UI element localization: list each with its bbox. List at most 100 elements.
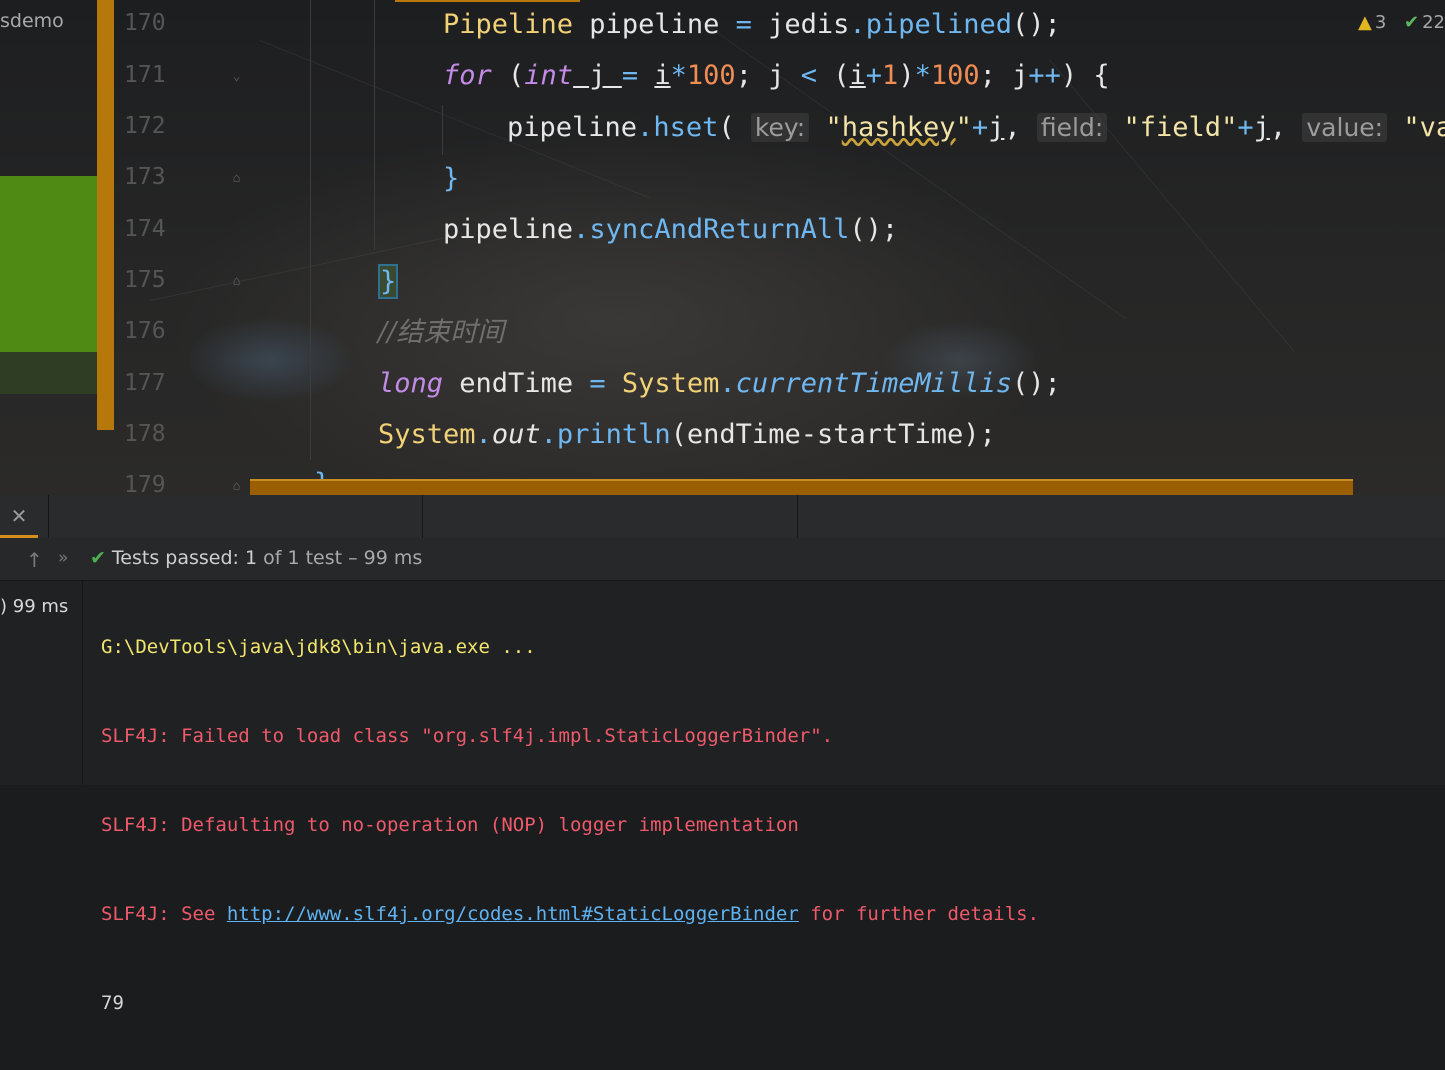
number-token: 1	[882, 60, 899, 91]
background-decoration	[1049, 60, 1295, 352]
code-line-176[interactable]: //结束时间	[378, 315, 504, 351]
punctuation-token: ) {	[1060, 60, 1110, 91]
brace-token: }	[443, 163, 460, 194]
chevron-more-icon[interactable]: »	[58, 548, 68, 568]
object-token: pipeline	[507, 112, 638, 143]
tests-summary: of 1 test – 99 ms	[263, 547, 423, 569]
line-number: 173	[124, 164, 166, 190]
project-panel[interactable]: sdemo	[0, 0, 97, 495]
variable-token: j	[1253, 112, 1270, 143]
variable-token: j	[988, 112, 1005, 143]
ok-count: 22	[1422, 12, 1445, 33]
object-token: jedis	[751, 9, 850, 40]
punctuation-token: ();	[1012, 368, 1061, 399]
static-method-token: currentTimeMillis	[735, 368, 1013, 399]
line-number: 170	[124, 10, 166, 36]
run-tab-strip: ✕	[0, 495, 1445, 539]
method-token: pipelined	[865, 9, 1012, 40]
class-token: System	[378, 419, 476, 450]
dot-token: .	[637, 112, 654, 143]
comment-token: //结束时间	[378, 317, 505, 348]
code-line-174[interactable]: pipeline.syncAndReturnAll();	[443, 212, 898, 248]
operator-token: *	[914, 60, 931, 91]
code-editor[interactable]: sdemo 170 171 172 173 174 175 176 177 17…	[0, 0, 1445, 495]
indent-guide	[442, 105, 443, 155]
console-error-line: SLF4J: Failed to load class "org.slf4j.i…	[101, 725, 834, 747]
indent-guide	[310, 0, 311, 460]
operator-token: =	[735, 9, 752, 40]
punctuation-token: (	[491, 60, 525, 91]
operator-token: +	[971, 112, 989, 143]
dot-token: .	[540, 419, 557, 450]
console-output[interactable]: G:\DevTools\java\jdk8\bin\java.exe ... S…	[101, 581, 1441, 1070]
parameter-hint: value:	[1302, 113, 1388, 142]
punctuation-token: (endTime-startTime);	[670, 419, 996, 450]
code-line-177[interactable]: long endTime = System.currentTimeMillis(…	[378, 366, 1061, 402]
tab-divider	[422, 495, 423, 538]
dot-token: .	[849, 9, 866, 40]
fold-toggle-icon[interactable]: ⌂	[228, 273, 245, 290]
method-token: syncAndReturnAll	[589, 214, 850, 245]
line-number: 178	[124, 421, 166, 447]
fold-toggle-icon[interactable]: ⌂	[228, 478, 245, 495]
console-command-line: G:\DevTools\java\jdk8\bin\java.exe ...	[101, 636, 536, 658]
test-tree-item[interactable]: ) 99 ms	[0, 596, 68, 617]
method-token: println	[556, 419, 671, 450]
horizontal-scrollbar[interactable]	[250, 479, 1353, 495]
code-line-172[interactable]: pipeline.hset( key: "hashkey"+j, field: …	[507, 110, 1445, 146]
matched-brace-token: }	[378, 264, 399, 299]
line-number: 179	[124, 472, 166, 495]
punctuation-token: ,	[1004, 112, 1021, 143]
close-icon[interactable]: ✕	[0, 495, 38, 538]
fold-toggle-icon[interactable]: ⌂	[228, 170, 245, 187]
string-token: "	[955, 112, 972, 143]
punctuation-token: ,	[1269, 112, 1287, 143]
variable-token: i	[849, 60, 866, 91]
line-number: 177	[124, 370, 166, 396]
number-token: 100	[686, 60, 736, 91]
console-output-line: 79	[101, 992, 124, 1014]
type-token: Pipeline	[443, 9, 574, 40]
string-token-with-warning[interactable]: hashkey	[842, 112, 956, 143]
static-field-token: out	[491, 419, 541, 450]
operator-token: <	[800, 60, 817, 91]
console-error-line: SLF4J: Defaulting to no-operation (NOP) …	[101, 814, 799, 836]
code-line-175[interactable]: }	[378, 264, 399, 300]
variable-token: j	[573, 60, 622, 91]
operator-token: =	[621, 60, 639, 91]
project-title[interactable]: sdemo	[0, 10, 64, 32]
keyword-token: int	[524, 60, 574, 91]
code-line-173[interactable]: }	[443, 161, 459, 197]
console-error-line: SLF4J: See http://www.slf4j.org/codes.ht…	[101, 892, 1441, 937]
line-number: 172	[124, 113, 166, 139]
operator-token: =	[589, 368, 606, 399]
dot-token: .	[719, 368, 736, 399]
variable-token: endTime	[443, 368, 590, 399]
fold-toggle-icon[interactable]: ⌄	[228, 68, 245, 85]
line-number: 176	[124, 318, 166, 344]
code-line-171[interactable]: for (int j = i*100; j < (i+1)*100; j++) …	[443, 58, 1110, 94]
arrow-up-icon[interactable]: ↑	[26, 548, 43, 572]
run-tool-window[interactable]: ✕ ↑ » ✔ Tests passed: 1 of 1 test – 99 ms…	[0, 495, 1445, 1014]
inspection-widget[interactable]: ▲ 3 ✔ 22	[1358, 12, 1445, 33]
indent-guide	[374, 0, 375, 250]
test-results-tree[interactable]: ) 99 ms	[0, 581, 83, 785]
punctuation-token: )	[898, 60, 915, 91]
punctuation-token: ; j	[735, 60, 801, 91]
change-marker-bar	[97, 0, 114, 430]
console-link[interactable]: http://www.slf4j.org/codes.html#StaticLo…	[227, 903, 799, 925]
punctuation-token: ();	[849, 214, 899, 245]
warning-triangle-icon: ▲	[1357, 12, 1372, 33]
keyword-token: long	[378, 368, 444, 399]
code-line-178[interactable]: System.out.println(endTime-startTime);	[378, 417, 996, 453]
operator-token: +	[865, 60, 883, 91]
tests-passed-count: 1	[244, 547, 258, 569]
punctuation-token: (	[817, 60, 850, 91]
tab-divider	[48, 495, 49, 538]
string-token: "field"	[1123, 112, 1238, 143]
tests-status: ✔ Tests passed: 1 of 1 test – 99 ms	[90, 547, 422, 569]
code-line-170[interactable]: Pipeline pipeline = jedis.pipelined();	[443, 7, 1061, 43]
line-number: 171	[124, 62, 166, 88]
punctuation-token: ; j	[979, 60, 1029, 91]
operator-token: ++	[1028, 60, 1061, 91]
